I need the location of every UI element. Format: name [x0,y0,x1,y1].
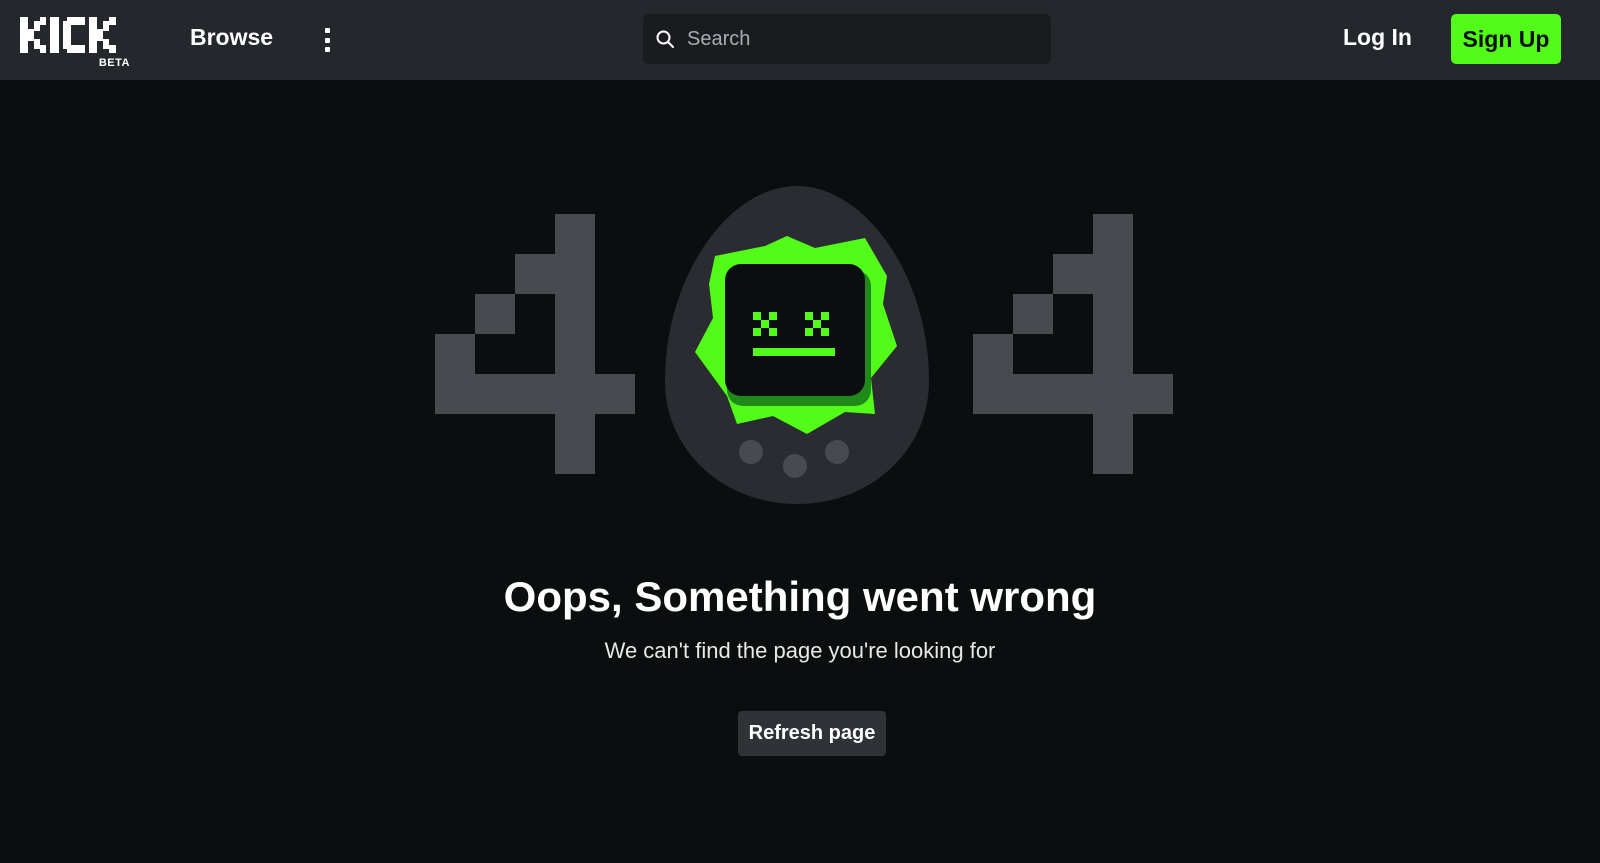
broken-tamagotchi-icon [665,186,929,509]
error-illustration [430,180,1173,510]
kick-logo[interactable]: BETA [20,17,130,69]
menu-dot [324,47,330,52]
menu-dot [324,28,330,33]
digit-four-right [973,214,1173,474]
search-icon [656,30,674,48]
error-title: Oops, Something went wrong [503,573,1097,620]
kebab-menu-icon[interactable] [318,26,336,54]
refresh-page-button[interactable]: Refresh page [738,711,886,756]
signup-button[interactable]: Sign Up [1451,14,1561,64]
top-navigation-bar: BETA Browse Log In Sign Up [0,0,1600,80]
browse-link[interactable]: Browse [190,24,273,51]
kick-logo-wordmark [20,17,116,53]
search-bar[interactable] [643,14,1051,64]
beta-badge: BETA [98,57,130,69]
login-button[interactable]: Log In [1343,24,1412,51]
menu-dot [324,37,330,43]
error-message: We can't find the page you're looking fo… [604,638,996,663]
search-input[interactable] [687,14,1037,64]
digit-four-left [435,214,635,474]
